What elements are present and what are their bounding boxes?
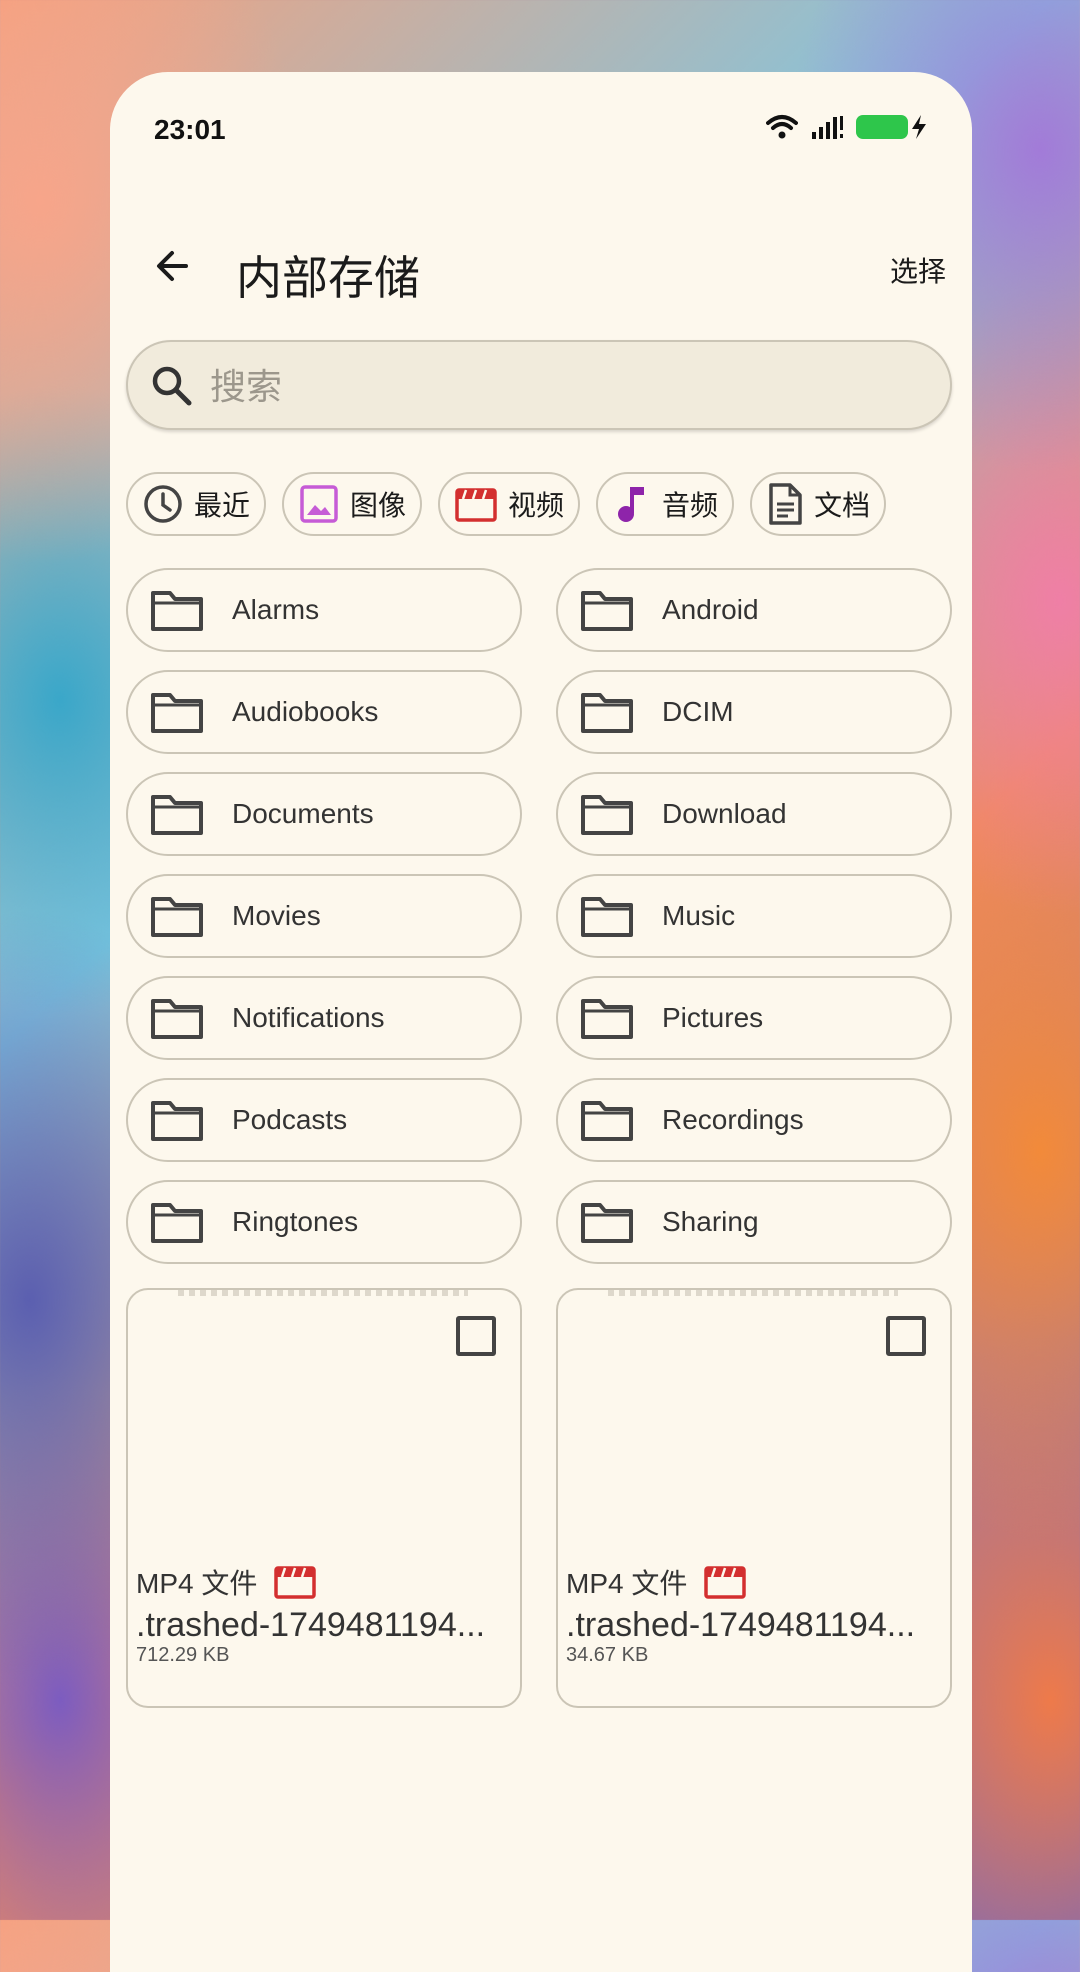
app-bar: 内部存储 选择 bbox=[110, 220, 972, 312]
folder-label: Alarms bbox=[232, 594, 320, 625]
app-window: 23:01 内部存储 选择 搜索 最近 图像 视频 音频 文档 Alarms A… bbox=[110, 72, 972, 1972]
search-icon bbox=[152, 366, 192, 406]
select-checkbox[interactable] bbox=[886, 1316, 926, 1356]
chip-audio[interactable]: 音频 bbox=[596, 472, 735, 536]
chip-label: 视频 bbox=[508, 490, 565, 521]
folder-icon bbox=[151, 897, 203, 937]
folder-icon bbox=[151, 591, 203, 631]
folder-icon bbox=[581, 795, 633, 835]
folder-label: Audiobooks bbox=[232, 696, 379, 727]
folder-icon bbox=[151, 1101, 203, 1141]
chip-videos[interactable]: 视频 bbox=[438, 472, 581, 536]
file-size: 34.67 KB bbox=[566, 1644, 649, 1666]
folder-label: Podcasts bbox=[232, 1104, 348, 1135]
folder-item[interactable]: Download bbox=[556, 772, 952, 856]
status-icons bbox=[766, 114, 928, 140]
page-title: 内部存储 bbox=[236, 252, 420, 304]
signal-icon bbox=[812, 116, 843, 139]
folder-label: Recordings bbox=[662, 1104, 804, 1135]
battery-icon bbox=[856, 114, 928, 140]
thumbnail-placeholder bbox=[608, 1290, 898, 1296]
file-size: 712.29 KB bbox=[136, 1644, 230, 1666]
folder-item[interactable]: Notifications bbox=[126, 976, 522, 1060]
folder-icon bbox=[581, 693, 633, 733]
chip-label: 最近 bbox=[194, 490, 251, 521]
folder-icon bbox=[151, 693, 203, 733]
folder-item[interactable]: Movies bbox=[126, 874, 522, 958]
chip-recent[interactable]: 最近 bbox=[126, 472, 267, 536]
folder-icon bbox=[581, 897, 633, 937]
wifi-icon bbox=[766, 115, 798, 139]
category-chips: 最近 图像 视频 音频 文档 bbox=[126, 472, 887, 536]
file-name: .trashed-1749481194... bbox=[566, 1606, 916, 1644]
image-icon bbox=[300, 485, 338, 523]
file-grid: MP4 文件 .trashed-1749481194... 712.29 KB … bbox=[126, 1288, 956, 1708]
back-button[interactable] bbox=[140, 234, 204, 298]
music-note-icon bbox=[618, 487, 645, 522]
folder-item[interactable]: Ringtones bbox=[126, 1180, 522, 1264]
folder-icon bbox=[151, 999, 203, 1039]
document-icon bbox=[769, 483, 802, 525]
select-button[interactable]: 选择 bbox=[890, 250, 946, 290]
file-name: .trashed-1749481194... bbox=[136, 1606, 486, 1644]
folder-icon bbox=[581, 591, 633, 631]
folder-label: DCIM bbox=[662, 696, 734, 727]
folder-label: Android bbox=[662, 594, 759, 625]
folder-label: Pictures bbox=[662, 1002, 764, 1033]
video-icon bbox=[274, 1566, 317, 1599]
folder-icon bbox=[151, 795, 203, 835]
folder-item[interactable]: Music bbox=[556, 874, 952, 958]
file-card[interactable]: MP4 文件 .trashed-1749481194... 712.29 KB bbox=[126, 1288, 522, 1708]
video-icon bbox=[704, 1566, 747, 1599]
chip-images[interactable]: 图像 bbox=[282, 472, 423, 536]
folder-item[interactable]: Documents bbox=[126, 772, 522, 856]
file-type-label: MP4 文件 bbox=[136, 1568, 258, 1599]
folder-label: Download bbox=[662, 798, 787, 829]
folder-label: Ringtones bbox=[232, 1206, 359, 1237]
video-icon bbox=[455, 488, 497, 522]
chip-label: 音频 bbox=[662, 490, 719, 521]
folder-icon bbox=[581, 1101, 633, 1141]
folder-icon bbox=[581, 1203, 633, 1243]
clock-icon bbox=[144, 485, 182, 523]
folder-item[interactable]: Podcasts bbox=[126, 1078, 522, 1162]
folder-label: Sharing bbox=[662, 1206, 759, 1237]
folder-label: Notifications bbox=[232, 1002, 385, 1033]
folder-label: Documents bbox=[232, 798, 374, 829]
folder-label: Music bbox=[662, 900, 736, 931]
status-time: 23:01 bbox=[154, 114, 226, 145]
status-bar: 23:01 bbox=[154, 104, 928, 160]
thumbnail-placeholder bbox=[178, 1290, 468, 1296]
folder-item[interactable]: Pictures bbox=[556, 976, 952, 1060]
folder-grid: Alarms Android Audiobooks DCIM Documents… bbox=[126, 568, 956, 1264]
chip-documents[interactable]: 文档 bbox=[750, 472, 887, 536]
select-checkbox[interactable] bbox=[456, 1316, 496, 1356]
folder-item[interactable]: Recordings bbox=[556, 1078, 952, 1162]
folder-item[interactable]: Audiobooks bbox=[126, 670, 522, 754]
folder-item[interactable]: Sharing bbox=[556, 1180, 952, 1264]
file-type: MP4 文件 bbox=[566, 1562, 747, 1602]
folder-item[interactable]: DCIM bbox=[556, 670, 952, 754]
file-type-label: MP4 文件 bbox=[566, 1568, 688, 1599]
file-type: MP4 文件 bbox=[136, 1562, 317, 1602]
chip-label: 文档 bbox=[814, 490, 871, 521]
search-bar[interactable] bbox=[126, 340, 952, 430]
folder-label: Movies bbox=[232, 900, 321, 931]
folder-icon bbox=[151, 1203, 203, 1243]
folder-item[interactable]: Alarms bbox=[126, 568, 522, 652]
folder-item[interactable]: Android bbox=[556, 568, 952, 652]
file-card[interactable]: MP4 文件 .trashed-1749481194... 34.67 KB bbox=[556, 1288, 952, 1708]
chip-label: 图像 bbox=[350, 490, 407, 521]
search-input[interactable] bbox=[208, 358, 912, 416]
arrow-left-icon bbox=[157, 251, 188, 281]
folder-icon bbox=[581, 999, 633, 1039]
